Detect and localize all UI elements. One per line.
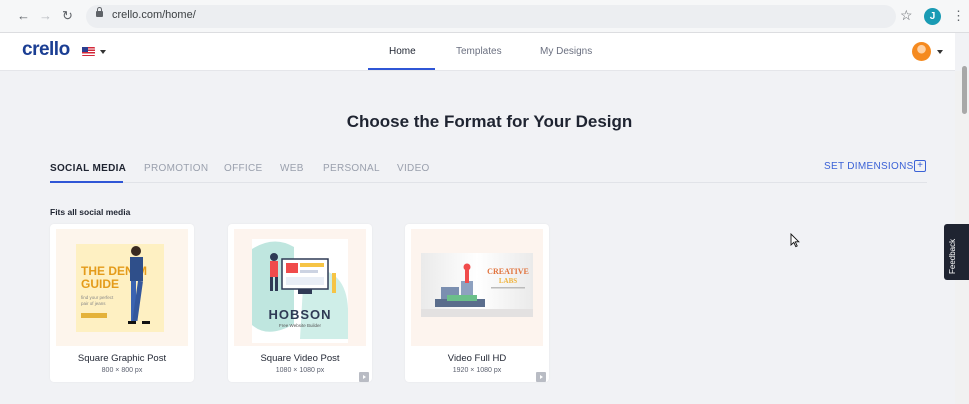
card-title: Square Video Post	[260, 353, 340, 364]
video-icon	[359, 372, 369, 382]
card-size: 1920 × 1080 px	[452, 367, 502, 374]
profile-avatar[interactable]: J	[924, 8, 941, 25]
hobson-brand: HOBSON	[268, 307, 331, 322]
hobson-tagline: Free Website Builder	[279, 323, 321, 328]
tab-video[interactable]: VIDEO	[397, 163, 430, 174]
bookmark-star-icon[interactable]: ☆	[900, 7, 913, 24]
address-bar[interactable]: crello.com/home/	[86, 5, 896, 28]
thumbnail-denim-guide: THE DENIM GUIDE find your perfect pair o…	[56, 229, 188, 346]
us-flag-icon[interactable]	[82, 47, 95, 56]
thumbnail-creative-labs: CREATIVE LABS	[411, 229, 543, 346]
back-icon[interactable]: ←	[17, 8, 30, 24]
plus-icon[interactable]: +	[914, 160, 926, 172]
tab-social-media[interactable]: SOCIAL MEDIA	[50, 163, 126, 174]
tab-personal[interactable]: PERSONAL	[323, 163, 380, 174]
chevron-down-icon[interactable]	[100, 50, 106, 54]
tab-web[interactable]: WEB	[280, 163, 304, 174]
card-size: 1080 × 1080 px	[275, 367, 325, 374]
card-square-graphic-post[interactable]: THE DENIM GUIDE find your perfect pair o…	[50, 224, 194, 382]
section-title: Fits all social media	[50, 207, 131, 217]
mouse-cursor-icon	[790, 233, 800, 248]
avatar-chevron-down-icon[interactable]	[937, 50, 943, 54]
card-title: Square Graphic Post	[77, 353, 167, 364]
labs-title-1: CREATIVE	[487, 267, 529, 276]
active-tab-indicator	[50, 181, 123, 183]
set-dimensions-button[interactable]: SET DIMENSIONS	[824, 161, 914, 172]
denim-sub-1: find your perfect	[81, 295, 114, 300]
feedback-button[interactable]: Feedback	[944, 224, 969, 280]
card-video-full-hd[interactable]: CREATIVE LABS Video Full HD 1920 × 1080 …	[405, 224, 549, 382]
card-size: 800 × 800 px	[101, 367, 143, 374]
nav-my-designs[interactable]: My Designs	[540, 46, 592, 57]
tab-promotion[interactable]: PROMOTION	[144, 163, 208, 174]
denim-sub-2: pair of jeans	[81, 301, 106, 306]
tabs-divider	[50, 182, 927, 183]
scrollbar-thumb[interactable]	[962, 66, 967, 114]
nav-templates[interactable]: Templates	[456, 46, 502, 57]
crello-logo[interactable]: crello	[22, 39, 70, 61]
page-title: Choose the Format for Your Design	[346, 112, 633, 131]
card-square-video-post[interactable]: HOBSON Free Website Builder Square Video…	[228, 224, 372, 382]
denim-title-2: GUIDE	[81, 277, 119, 291]
url-text: crello.com/home/	[112, 9, 196, 21]
forward-icon[interactable]: →	[39, 8, 52, 24]
browser-toolbar: ← → ↻ crello.com/home/ ☆ J ⋮	[0, 0, 969, 33]
app-header: crello Home Templates My Designs	[0, 33, 955, 71]
lock-icon	[96, 7, 103, 17]
feedback-label: Feedback	[948, 238, 957, 274]
labs-title-2: LABS	[499, 277, 517, 285]
tab-office[interactable]: OFFICE	[224, 163, 262, 174]
user-avatar[interactable]	[912, 42, 931, 61]
nav-home[interactable]: Home	[389, 46, 416, 57]
card-title: Video Full HD	[447, 353, 507, 364]
browser-menu-icon[interactable]: ⋮	[952, 8, 965, 24]
video-icon	[536, 372, 546, 382]
active-nav-indicator	[368, 68, 435, 70]
reload-icon[interactable]: ↻	[62, 8, 73, 24]
thumbnail-hobson: HOBSON Free Website Builder	[234, 229, 366, 346]
